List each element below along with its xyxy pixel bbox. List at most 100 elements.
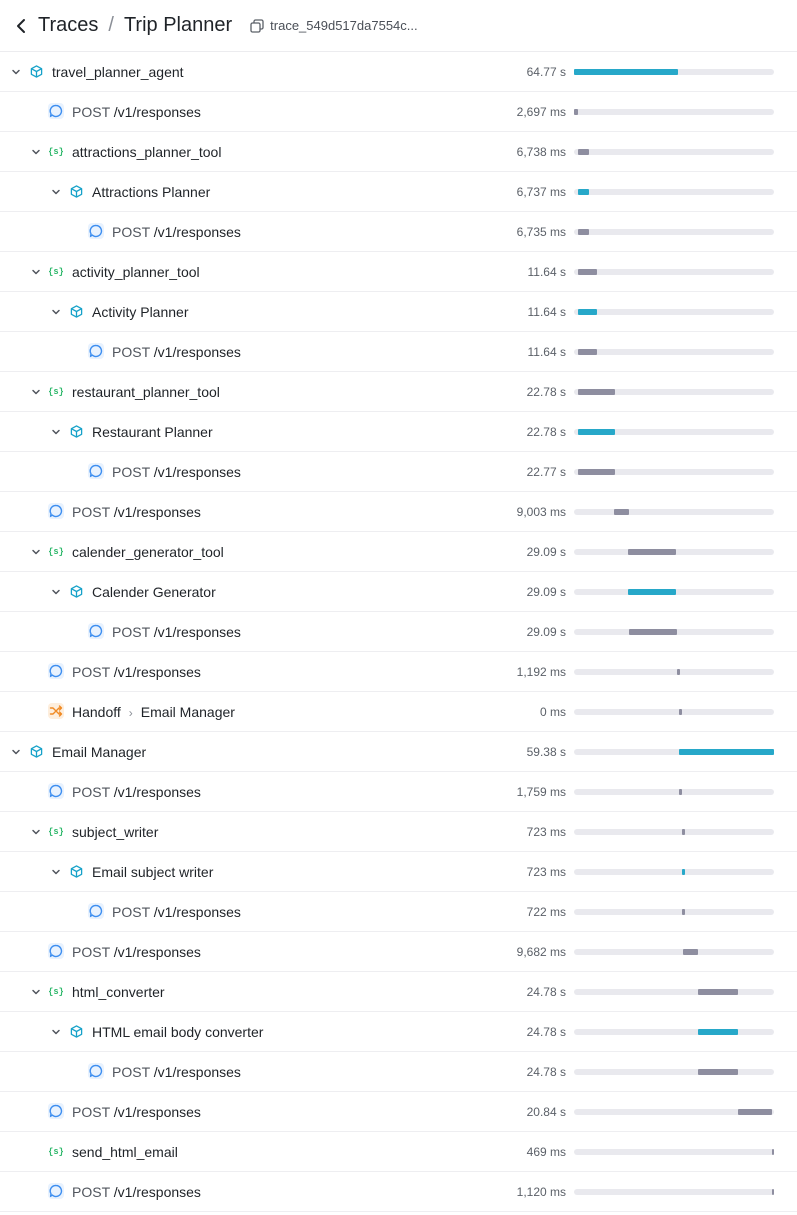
chat-bubble-icon (88, 623, 104, 639)
chevron-left-icon[interactable] (16, 15, 30, 37)
span-row-response[interactable]: POST /v1/responses 2,697 ms (0, 92, 797, 132)
chevron-down-icon[interactable] (30, 146, 42, 158)
timeline-track (574, 549, 774, 555)
chevron-down-icon[interactable] (50, 426, 62, 438)
span-row-agent[interactable]: Calender Generator 29.09 s (0, 572, 797, 612)
breadcrumb-traces-link[interactable]: Traces (38, 14, 98, 37)
span-duration: 11.64 s (527, 345, 566, 359)
span-duration: 1,192 ms (516, 665, 566, 679)
chevron-down-icon[interactable] (30, 546, 42, 558)
span-name: Handoff › Email Manager (72, 703, 235, 722)
span-name: restaurant_planner_tool (72, 383, 220, 401)
chat-bubble-icon (48, 103, 64, 119)
span-name: Email Manager (52, 743, 146, 761)
function-icon: {s} (48, 983, 64, 999)
timeline-track (574, 1069, 774, 1075)
timeline-track (574, 709, 774, 715)
span-method: POST (72, 504, 114, 520)
span-name: POST /v1/responses (112, 903, 241, 921)
span-row-response[interactable]: POST /v1/responses 24.78 s (0, 1052, 797, 1092)
chevron-down-icon[interactable] (30, 986, 42, 998)
chevron-down-icon[interactable] (30, 266, 42, 278)
span-label: /v1/responses (153, 344, 241, 360)
chevron-down-icon[interactable] (50, 866, 62, 878)
timeline-bar (682, 869, 685, 875)
span-label: /v1/responses (153, 904, 241, 920)
span-row-agent[interactable]: Email Manager 59.38 s (0, 732, 797, 772)
span-row-agent[interactable]: Email subject writer 723 ms (0, 852, 797, 892)
span-label: Email subject writer (92, 864, 214, 880)
timeline-bar (578, 389, 615, 395)
span-row-agent[interactable]: Restaurant Planner 22.78 s (0, 412, 797, 452)
span-row-agent[interactable]: Attractions Planner 6,737 ms (0, 172, 797, 212)
span-tree: travel_planner_agent 64.77 s POST /v1/resp… (0, 52, 797, 1212)
cube-icon (68, 303, 84, 319)
span-name: subject_writer (72, 823, 158, 841)
span-row-response[interactable]: POST /v1/responses 1,120 ms (0, 1172, 797, 1212)
chat-bubble-icon (48, 943, 64, 959)
span-row-agent[interactable]: travel_planner_agent 64.77 s (0, 52, 797, 92)
chevron-down-icon[interactable] (50, 586, 62, 598)
timeline-track (574, 749, 774, 755)
function-icon: {s} (48, 823, 64, 839)
chat-bubble-icon (48, 783, 64, 799)
span-row-response[interactable]: POST /v1/responses 9,003 ms (0, 492, 797, 532)
span-duration: 722 ms (526, 905, 566, 919)
span-row-response[interactable]: POST /v1/responses 9,682 ms (0, 932, 797, 972)
span-duration: 64.77 s (526, 65, 566, 79)
trace-id[interactable]: trace_549d517da7554c... (270, 18, 417, 33)
span-label: Attractions Planner (92, 184, 211, 200)
span-row-response[interactable]: POST /v1/responses 22.77 s (0, 452, 797, 492)
timeline-track (574, 589, 774, 595)
span-row-function[interactable]: {s} html_converter 24.78 s (0, 972, 797, 1012)
span-name: POST /v1/responses (112, 623, 241, 641)
timeline-track (574, 629, 774, 635)
span-row-response[interactable]: POST /v1/responses 20.84 s (0, 1092, 797, 1132)
chevron-down-icon[interactable] (10, 746, 22, 758)
span-row-function[interactable]: {s} activity_planner_tool 11.64 s (0, 252, 797, 292)
span-duration: 469 ms (526, 1145, 566, 1159)
timeline-bar (574, 69, 678, 75)
span-row-function[interactable]: {s} attractions_planner_tool 6,738 ms (0, 132, 797, 172)
svg-text:{s}: {s} (49, 267, 63, 277)
chat-bubble-icon (48, 663, 64, 679)
span-row-agent[interactable]: HTML email body converter 24.78 s (0, 1012, 797, 1052)
span-duration: 6,738 ms (516, 145, 566, 159)
span-row-function[interactable]: {s} restaurant_planner_tool 22.78 s (0, 372, 797, 412)
chevron-down-icon[interactable] (30, 826, 42, 838)
span-duration: 723 ms (526, 865, 566, 879)
timeline-track (574, 869, 774, 875)
timeline-track (574, 429, 774, 435)
timeline-bar (682, 909, 685, 915)
span-row-function[interactable]: {s} send_html_email 469 ms (0, 1132, 797, 1172)
span-row-response[interactable]: POST /v1/responses 6,735 ms (0, 212, 797, 252)
span-name: Email subject writer (92, 863, 213, 881)
copy-icon[interactable] (250, 18, 264, 33)
span-row-function[interactable]: {s} subject_writer 723 ms (0, 812, 797, 852)
span-duration: 29.09 s (526, 585, 566, 599)
span-row-response[interactable]: POST /v1/responses 722 ms (0, 892, 797, 932)
span-row-handoff[interactable]: Handoff › Email Manager 0 ms (0, 692, 797, 732)
span-row-response[interactable]: POST /v1/responses 11.64 s (0, 332, 797, 372)
span-method: POST (112, 464, 154, 480)
span-row-response[interactable]: POST /v1/responses 29.09 s (0, 612, 797, 652)
timeline-bar (578, 229, 589, 235)
chevron-down-icon[interactable] (50, 186, 62, 198)
function-icon: {s} (48, 543, 64, 559)
span-row-agent[interactable]: Activity Planner 11.64 s (0, 292, 797, 332)
span-duration: 59.38 s (526, 745, 566, 759)
chevron-down-icon[interactable] (50, 1026, 62, 1038)
span-duration: 29.09 s (526, 625, 566, 639)
span-method: POST (112, 1064, 154, 1080)
timeline-track (574, 149, 774, 155)
span-row-function[interactable]: {s} calender_generator_tool 29.09 s (0, 532, 797, 572)
chevron-down-icon[interactable] (10, 66, 22, 78)
chevron-down-icon[interactable] (30, 386, 42, 398)
span-row-response[interactable]: POST /v1/responses 1,192 ms (0, 652, 797, 692)
timeline-bar (578, 349, 597, 355)
span-name: send_html_email (72, 1143, 178, 1161)
chevron-down-icon[interactable] (50, 306, 62, 318)
span-row-response[interactable]: POST /v1/responses 1,759 ms (0, 772, 797, 812)
function-icon: {s} (48, 143, 64, 159)
cube-icon (68, 1023, 84, 1039)
